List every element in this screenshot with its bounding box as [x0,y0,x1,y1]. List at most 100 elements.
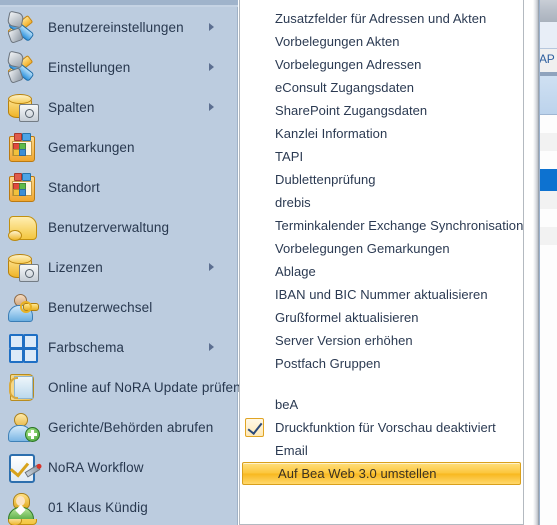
checkmark-icon[interactable] [244,417,266,438]
submenu-item-ablage[interactable]: Ablage [240,260,523,283]
submenu-top-edge [240,0,523,7]
workflow-icon [6,450,41,484]
background-list-row [538,227,557,245]
submenu-item-druckfunktion-deaktiviert[interactable]: Druckfunktion für Vorschau deaktiviert [240,416,523,439]
submenu-item-postfach-gruppen[interactable]: Postfach Gruppen [240,352,523,375]
submenu-item-econsult-zugangsdaten[interactable]: eConsult Zugangsdaten [240,76,523,99]
submenu-item-label: Kanzlei Information [275,126,388,141]
clipped-menu-icon [6,519,40,525]
submenu-item-vorbelegungen-adressen[interactable]: Vorbelegungen Adressen [240,53,523,76]
checkbox-slot [244,307,266,328]
notebook-icon [6,170,40,204]
submenu-item-label: Auf Bea Web 3.0 umstellen [278,466,437,481]
menu-item-benutzereinstellungen[interactable]: Benutzereinstellungen [0,7,238,47]
book-update-icon [6,370,40,404]
menu-item-label: 01 Klaus Kündig [48,499,148,515]
submenu-item-grussformel[interactable]: Grußformel aktualisieren [240,306,523,329]
menu-item-einstellungen[interactable]: Einstellungen [0,47,238,87]
menu-item-label: Online auf NoRA Update prüfen [48,379,241,395]
checkbox-slot [244,284,266,305]
background-window-titlebar [538,0,557,22]
chevron-right-icon [209,103,214,111]
menu-item-gerichte-behoerden[interactable]: Gerichte/Behörden abrufen [0,407,238,447]
chevron-right-icon [209,23,214,31]
screen-root: AP Benutzereinstellungen Einstellungen S… [0,0,557,525]
menu-item-label: Lizenzen [48,259,103,275]
background-ribbon-tabstrip [538,22,557,49]
menu-item-label: NoRA Workflow [48,459,144,475]
menu-item-spalten[interactable]: Spalten [0,87,238,127]
submenu-item-server-version[interactable]: Server Version erhöhen [240,329,523,352]
submenu-item-terminkalender-exchange[interactable]: Terminkalender Exchange Synchronisation [240,214,523,237]
checkbox-slot [244,169,266,190]
background-ribbon-body [538,76,557,115]
submenu-item-label: IBAN und BIC Nummer aktualisieren [275,287,488,302]
background-selected-row [538,169,557,191]
menu-item-gemarkungen[interactable]: Gemarkungen [0,127,238,167]
checkbox-slot [244,8,266,29]
checkbox-slot [244,215,266,236]
submenu-item-dublettenpruefung[interactable]: Dublettenprüfung [240,168,523,191]
submenu-items: Zusatzfelder für Adressen und Akten Vorb… [240,7,523,485]
menu-item-standort[interactable]: Standort [0,167,238,207]
host-window-frame [523,0,539,525]
submenu-item-vorbelegungen-gemarkungen[interactable]: Vorbelegungen Gemarkungen [240,237,523,260]
submenu-item-vorbelegungen-akten[interactable]: Vorbelegungen Akten [240,30,523,53]
submenu-item-email[interactable]: Email [240,439,523,462]
checkbox-slot [244,192,266,213]
database-icon [6,250,40,284]
submenu-item-label: Vorbelegungen Gemarkungen [275,241,450,256]
checkbox-slot [244,238,266,259]
einstellungen-submenu-panel: Zusatzfelder für Adressen und Akten Vorb… [239,0,524,525]
checkbox-slot [244,54,266,75]
submenu-item-bea[interactable]: beA [240,393,523,416]
menu-item-benutzerwechsel[interactable]: Benutzerwechsel [0,287,238,327]
submenu-item-zusatzfelder[interactable]: Zusatzfelder für Adressen und Akten [240,7,523,30]
submenu-separator [240,375,523,393]
submenu-item-label: beA [275,397,299,412]
submenu-item-label: Vorbelegungen Adressen [275,57,422,72]
checkbox-slot [244,440,266,461]
menu-item-online-update[interactable]: Online auf NoRA Update prüfen [0,367,241,407]
submenu-item-label: Druckfunktion für Vorschau deaktiviert [275,420,496,435]
chevron-right-icon [209,263,214,271]
background-list-row [538,151,557,169]
tools-icon [6,10,40,44]
submenu-item-label: SharePoint Zugangsdaten [275,103,428,118]
submenu-item-label: drebis [275,195,311,210]
chevron-right-icon [209,343,214,351]
user-plus-icon [6,410,40,444]
background-application-window: AP [538,0,557,525]
background-list-row [538,191,557,209]
menu-item-lizenzen[interactable]: Lizenzen [0,247,238,287]
checkbox-slot [244,123,266,144]
menu-item-label: Standort [48,179,100,195]
submenu-item-label: Terminkalender Exchange Synchronisation [275,218,524,233]
background-content-pane [538,115,557,525]
settings-menu-items: Benutzereinstellungen Einstellungen Spal… [0,7,241,525]
menu-item-label: Gerichte/Behörden abrufen [48,419,214,435]
submenu-item-label: Postfach Gruppen [275,356,381,371]
submenu-item-label: Zusatzfelder für Adressen und Akten [275,11,487,26]
checkbox-slot [244,330,266,351]
submenu-item-label: Dublettenprüfung [275,172,376,187]
menu-item-label: Einstellungen [48,59,131,75]
menu-item-benutzerverwaltung[interactable]: Benutzerverwaltung [0,207,238,247]
checkbox-slot [244,146,266,167]
submenu-item-drebis[interactable]: drebis [240,191,523,214]
submenu-item-iban-bic[interactable]: IBAN und BIC Nummer aktualisieren [240,283,523,306]
user-key-icon [6,290,40,324]
submenu-item-sharepoint-zugangsdaten[interactable]: SharePoint Zugangsdaten [240,99,523,122]
submenu-item-tapi[interactable]: TAPI [240,145,523,168]
background-list-row [538,209,557,227]
menu-item-farbschema[interactable]: Farbschema [0,327,238,367]
checkbox-slot [244,77,266,98]
checkbox-slot [244,394,266,415]
database-icon [6,90,40,124]
color-scheme-icon [6,330,40,364]
submenu-item-kanzlei-information[interactable]: Kanzlei Information [240,122,523,145]
submenu-item-label: eConsult Zugangsdaten [275,80,415,95]
menu-item-nora-workflow[interactable]: NoRA Workflow [0,447,238,487]
background-list-row [538,115,557,133]
submenu-item-auf-bea-web-3-umstellen[interactable]: Auf Bea Web 3.0 umstellen [242,462,521,485]
